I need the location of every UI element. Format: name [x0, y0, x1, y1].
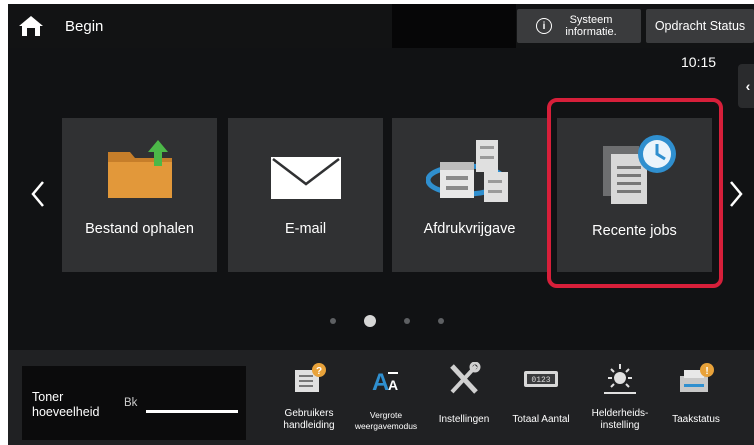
tile-label: Bestand ophalen [85, 221, 194, 237]
total-count-button[interactable]: 0123 Totaal Aantal [505, 356, 577, 444]
tile-afdrukvrijgave[interactable]: Afdrukvrijgave [392, 118, 547, 272]
folder-upload-icon [108, 140, 172, 198]
previous-page-arrow[interactable] [30, 180, 46, 208]
tile-label: E-mail [284, 221, 327, 237]
page-dot-active[interactable] [364, 315, 376, 327]
tool-label: Vergrote weergavemodus [354, 410, 418, 431]
top-bar: Begin i Systeem informatie. Opdracht Sta… [8, 4, 754, 48]
svg-text:0123: 0123 [531, 376, 550, 385]
user-manual-button[interactable]: ? Gebruikers handleiding [273, 356, 345, 444]
envelope-icon [271, 157, 341, 199]
tile-email[interactable]: E-mail [228, 118, 383, 272]
brightness-icon [604, 364, 636, 394]
brightness-button[interactable]: Helderheids-instelling [584, 356, 656, 444]
user-manual-icon: ? [295, 363, 326, 392]
page-dot[interactable] [404, 318, 410, 324]
home-icon [19, 16, 43, 36]
header-status-area [392, 4, 516, 48]
page-dot[interactable] [330, 318, 336, 324]
system-info-button[interactable]: i Systeem informatie. [517, 9, 641, 43]
side-panel-toggle[interactable]: ‹ [738, 64, 754, 108]
system-info-label: Systeem informatie. [565, 14, 617, 38]
task-status-button[interactable]: ! Taakstatus [660, 356, 732, 444]
tile-label: Afdrukvrijgave [423, 221, 516, 237]
page-indicator [330, 315, 444, 327]
task-status-icon: ! [680, 363, 714, 392]
home-title: Begin [65, 17, 104, 35]
svg-text:A: A [372, 369, 389, 396]
highlight-frame [547, 98, 723, 288]
page-dot[interactable] [438, 318, 444, 324]
settings-button[interactable]: Instellingen [428, 356, 500, 444]
tool-label: Helderheids-instelling [591, 408, 649, 431]
toner-label: Toner hoeveelheid [32, 390, 100, 419]
clock: 10:15 [681, 54, 717, 70]
bottom-toolbar: Toner hoeveelheid Bk ? Gebruikers handle… [8, 350, 754, 445]
toner-level-bar [146, 410, 238, 413]
enlarge-display-button[interactable]: A A Vergrote weergavemodus [350, 356, 422, 444]
tool-label: Instellingen [438, 414, 490, 425]
svg-text:?: ? [316, 366, 322, 377]
svg-text:!: ! [705, 366, 708, 377]
tile-bestand-ophalen[interactable]: Bestand ophalen [62, 118, 217, 272]
svg-text:A: A [388, 377, 398, 393]
home-button[interactable]: Begin [8, 4, 392, 48]
tools-icon [450, 362, 481, 394]
enlarge-text-icon: A A [372, 369, 398, 396]
tool-label: Taakstatus [672, 414, 720, 425]
print-release-icon [426, 140, 508, 202]
tool-label: Totaal Aantal [512, 414, 570, 425]
toner-color-code: Bk [124, 397, 138, 409]
chevron-left-icon: ‹ [745, 78, 751, 94]
job-status-button[interactable]: Opdracht Status [646, 9, 754, 43]
tool-label: Gebruikers handleiding [283, 408, 335, 431]
info-icon: i [536, 18, 552, 34]
next-page-arrow[interactable] [728, 180, 744, 208]
printer-home-screen: Begin i Systeem informatie. Opdracht Sta… [8, 4, 754, 445]
toner-panel: Toner hoeveelheid Bk [22, 366, 246, 440]
counter-icon: 0123 [524, 371, 558, 387]
